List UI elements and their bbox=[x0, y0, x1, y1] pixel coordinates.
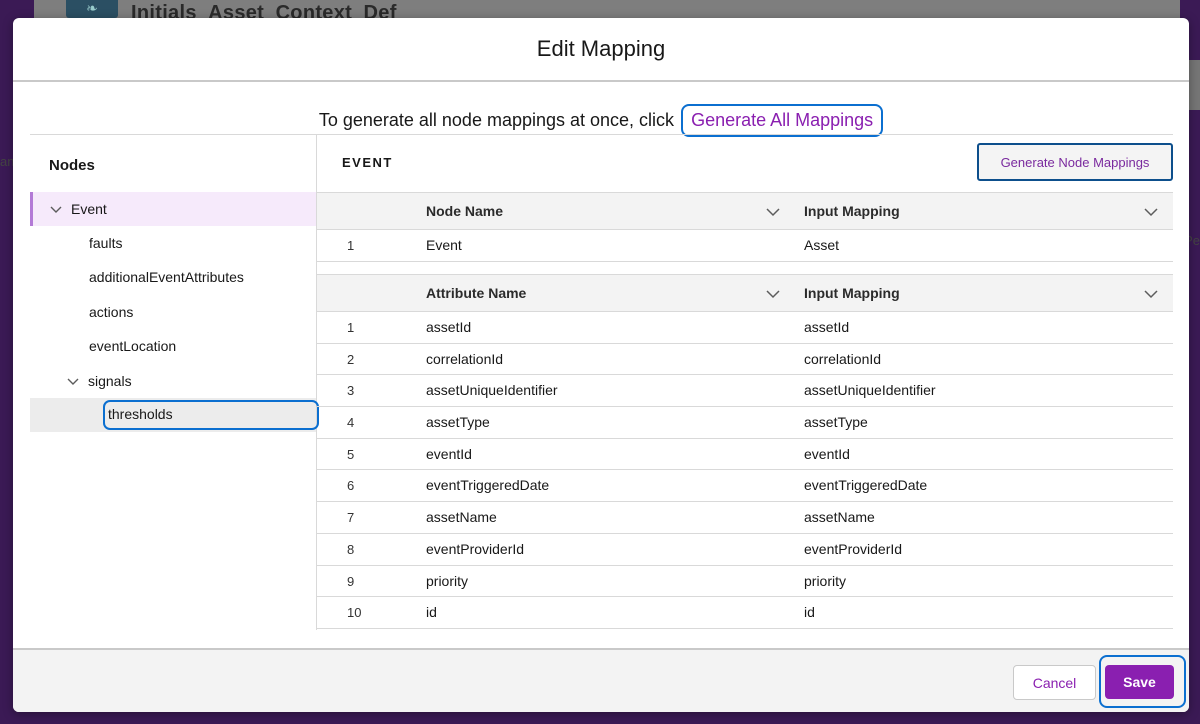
node-mapping-table: Node Name Input Mapping 1 Event Asset bbox=[317, 192, 1173, 262]
generate-node-mappings-button[interactable]: Generate Node Mappings bbox=[977, 143, 1173, 181]
tree-item-event[interactable]: Event bbox=[30, 192, 316, 226]
row-number: 6 bbox=[347, 478, 355, 494]
table-row[interactable]: 2 correlationId correlationId bbox=[317, 344, 1173, 376]
attribute-name-cell: eventProviderId bbox=[426, 540, 525, 557]
tree-item-label: thresholds bbox=[103, 400, 319, 430]
column-header-node-name[interactable]: Node Name bbox=[426, 193, 503, 231]
chevron-down-icon[interactable] bbox=[1144, 287, 1158, 301]
modal-header: Edit Mapping bbox=[13, 18, 1189, 82]
row-number: 9 bbox=[347, 573, 355, 589]
attribute-name-cell: assetType bbox=[426, 414, 490, 431]
chevron-down-icon[interactable] bbox=[766, 205, 780, 219]
chevron-down-icon[interactable] bbox=[66, 374, 80, 388]
table-row[interactable]: 10 id id bbox=[317, 597, 1173, 629]
generate-all-mappings-link[interactable]: Generate All Mappings bbox=[681, 104, 884, 137]
modal-footer: Cancel Save bbox=[13, 648, 1189, 712]
input-mapping-cell[interactable]: assetType bbox=[804, 407, 868, 438]
table-row[interactable]: 4 assetType assetType bbox=[317, 407, 1173, 439]
tree-item-label: Event bbox=[71, 201, 107, 217]
chevron-down-icon[interactable] bbox=[49, 202, 63, 216]
tree-item-event-location[interactable]: eventLocation bbox=[30, 329, 316, 363]
nodes-heading: Nodes bbox=[49, 157, 95, 174]
column-header-attribute-name[interactable]: Attribute Name bbox=[426, 275, 526, 313]
table-row[interactable]: 8 eventProviderId eventProviderId bbox=[317, 534, 1173, 566]
attribute-name-cell: correlationId bbox=[426, 350, 504, 367]
input-mapping-cell[interactable]: assetUniqueIdentifier bbox=[804, 375, 936, 406]
tree-item-additional-event-attributes[interactable]: additionalEventAttributes bbox=[30, 260, 316, 294]
edit-mapping-modal: Edit Mapping To generate all node mappin… bbox=[13, 18, 1189, 712]
section-label: EVENT bbox=[342, 155, 393, 170]
nodes-panel: Nodes Event faults additionalEventAttrib… bbox=[30, 135, 319, 630]
input-mapping-cell[interactable]: eventProviderId bbox=[804, 534, 902, 565]
table-row[interactable]: 6 eventTriggeredDate eventTriggeredDate bbox=[317, 470, 1173, 503]
save-button[interactable]: Save bbox=[1105, 665, 1174, 699]
input-mapping-cell[interactable]: eventId bbox=[804, 439, 850, 470]
table-row[interactable]: 5 eventId eventId bbox=[317, 439, 1173, 471]
tree-item-label: additionalEventAttributes bbox=[89, 269, 244, 285]
tree-item-label: faults bbox=[89, 235, 123, 251]
table-row[interactable]: 1 assetId assetId bbox=[317, 312, 1173, 344]
tree-item-label: signals bbox=[88, 373, 132, 389]
row-number: 8 bbox=[347, 541, 355, 557]
attribute-mapping-table: Attribute Name Input Mapping 1 assetId ass… bbox=[317, 274, 1173, 629]
input-mapping-cell[interactable]: assetId bbox=[804, 312, 849, 343]
attribute-name-cell: assetName bbox=[426, 509, 497, 526]
row-number: 4 bbox=[347, 415, 355, 431]
node-name-cell: Event bbox=[426, 237, 462, 253]
mapping-main-panel: EVENT Generate Node Mappings Node Name I… bbox=[317, 135, 1173, 630]
attribute-name-cell: eventTriggeredDate bbox=[426, 477, 550, 494]
tree-item-signals[interactable]: signals bbox=[30, 364, 316, 398]
attribute-name-cell: assetUniqueIdentifier bbox=[426, 382, 558, 399]
input-mapping-cell[interactable]: Asset bbox=[804, 230, 839, 261]
attribute-name-cell: assetId bbox=[426, 319, 472, 335]
input-mapping-cell[interactable]: id bbox=[804, 597, 815, 628]
table-row[interactable]: 3 assetUniqueIdentifier assetUniqueIdentif… bbox=[317, 375, 1173, 408]
input-mapping-cell[interactable]: assetName bbox=[804, 502, 875, 533]
table-row[interactable]: 9 priority priority bbox=[317, 566, 1173, 598]
row-number: 1 bbox=[347, 238, 355, 253]
input-mapping-cell[interactable]: priority bbox=[804, 566, 846, 597]
table-header: Attribute Name Input Mapping bbox=[317, 274, 1173, 312]
attribute-name-cell: eventId bbox=[426, 445, 472, 462]
background-bottom-edge bbox=[0, 710, 1200, 724]
row-number: 10 bbox=[347, 605, 362, 621]
input-mapping-cell[interactable]: eventTriggeredDate bbox=[804, 470, 927, 501]
background-scrollbar bbox=[1188, 60, 1200, 110]
table-row[interactable]: 7 assetName assetName bbox=[317, 502, 1173, 534]
tree-item-actions[interactable]: actions bbox=[30, 295, 316, 329]
tree-item-thresholds[interactable]: thresholds bbox=[30, 398, 319, 432]
modal-title: Edit Mapping bbox=[536, 36, 666, 61]
column-header-input-mapping[interactable]: Input Mapping bbox=[804, 275, 900, 313]
column-header-input-mapping[interactable]: Input Mapping bbox=[804, 193, 900, 231]
tree-item-label: actions bbox=[89, 304, 134, 320]
row-number: 5 bbox=[347, 446, 355, 462]
input-mapping-cell[interactable]: correlationId bbox=[804, 344, 881, 375]
row-number: 2 bbox=[347, 351, 355, 367]
intro-line: To generate all node mappings at once, c… bbox=[13, 104, 1189, 137]
chevron-down-icon[interactable] bbox=[1144, 205, 1158, 219]
mapping-content: Nodes Event faults additionalEventAttrib… bbox=[30, 134, 1173, 630]
chevron-down-icon[interactable] bbox=[766, 287, 780, 301]
attribute-rows: 1 assetId assetId 2 correlationId correlation… bbox=[317, 312, 1173, 629]
table-header: Node Name Input Mapping bbox=[317, 192, 1173, 230]
table-row[interactable]: 1 Event Asset bbox=[317, 230, 1173, 262]
cancel-button[interactable]: Cancel bbox=[1013, 665, 1096, 700]
attribute-name-cell: priority bbox=[426, 572, 469, 589]
attribute-name-cell: id bbox=[426, 604, 437, 621]
tree-item-faults[interactable]: faults bbox=[30, 226, 316, 260]
row-number: 7 bbox=[347, 510, 355, 526]
background-app-logo: ❧ bbox=[66, 0, 118, 18]
intro-text: To generate all node mappings at once, c… bbox=[318, 110, 675, 130]
tree-item-label: eventLocation bbox=[89, 338, 177, 354]
row-number: 3 bbox=[347, 383, 355, 399]
row-number: 1 bbox=[347, 320, 355, 335]
